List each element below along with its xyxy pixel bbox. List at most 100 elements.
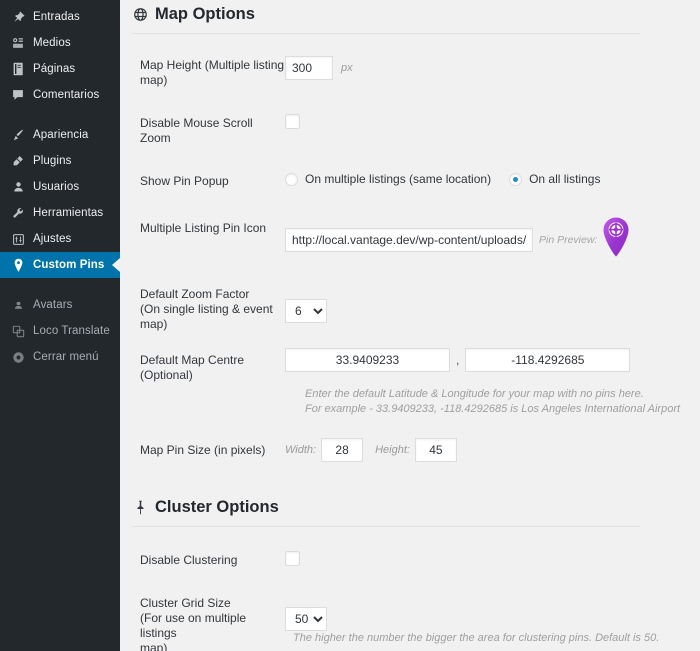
cluster-grid-size-select[interactable]: 102030405060708090100 xyxy=(285,607,327,631)
sidebar-item-entradas[interactable]: Entradas xyxy=(0,4,120,30)
pin-preview-image xyxy=(601,216,631,263)
sidebar-item-loco-translate[interactable]: Loco Translate xyxy=(0,318,120,344)
map-height-input[interactable] xyxy=(285,56,333,80)
disable-clustering-checkbox[interactable] xyxy=(285,551,300,566)
pin-width-input[interactable] xyxy=(321,438,364,462)
tools-wrench-icon xyxy=(9,204,27,222)
map-centre-longitude-input[interactable] xyxy=(465,348,631,372)
sidebar-item-label: Cerrar menú xyxy=(33,351,99,363)
show-pin-popup-label: Show Pin Popup xyxy=(140,174,229,188)
map-options-section: Map Options Map Height (Multiple listing… xyxy=(120,0,700,462)
translate-icon xyxy=(9,322,27,340)
cluster-options-divider xyxy=(132,526,640,527)
sidebar-item-medios[interactable]: Medios xyxy=(0,30,120,56)
zoom-factor-label: Default Zoom Factor (On single listing &… xyxy=(120,285,285,332)
pin-preview-label: Pin Preview: xyxy=(539,233,598,246)
sidebar-item-cerrar-menu[interactable]: Cerrar menú xyxy=(0,344,120,370)
sidebar-item-usuarios[interactable]: Usuarios xyxy=(0,174,120,200)
pin-size-label: Map Pin Size (in pixels) xyxy=(140,443,266,457)
radio-button-multiple-listings[interactable] xyxy=(285,172,298,186)
sidebar-item-label: Avatars xyxy=(33,299,73,311)
radio-button-all-listings[interactable] xyxy=(509,172,523,186)
map-centre-helper: Enter the default Latitude & Longitude f… xyxy=(120,383,700,416)
users-icon xyxy=(9,178,27,196)
sidebar-item-label: Medios xyxy=(33,37,71,49)
map-centre-helper-line1: Enter the default Latitude & Longitude f… xyxy=(305,388,644,400)
show-pin-popup-row: Show Pin Popup On multiple listings (sam… xyxy=(120,172,700,189)
sidebar-item-label: Páginas xyxy=(33,63,76,75)
pin-size-row: Map Pin Size (in pixels) Width: Height: xyxy=(120,438,700,462)
sidebar-item-plugins[interactable]: Plugins xyxy=(0,148,120,174)
pin-icon xyxy=(9,8,27,26)
sidebar-item-label: Entradas xyxy=(33,11,80,23)
sidebar-item-label: Custom Pins xyxy=(33,259,105,271)
disable-scroll-zoom-label: Disable Mouse Scroll Zoom xyxy=(140,116,253,145)
cluster-options-section: Cluster Options Disable Clustering Clust… xyxy=(120,498,700,651)
cluster-grid-size-helper: The higher the number the bigger the are… xyxy=(293,632,660,644)
disable-scroll-zoom-checkbox[interactable] xyxy=(285,114,300,129)
sidebar-item-custom-pins[interactable]: Custom Pins xyxy=(0,252,120,278)
pin-preview: Pin Preview: xyxy=(539,216,631,263)
coord-separator: , xyxy=(456,353,460,367)
radio-option-multiple-listings[interactable]: On multiple listings (same location) xyxy=(285,172,491,186)
avatar-icon xyxy=(9,296,27,314)
globe-icon xyxy=(132,6,149,23)
pages-icon xyxy=(9,60,27,78)
media-icon xyxy=(9,34,27,52)
map-centre-label-line1: Default Map Centre xyxy=(140,353,245,367)
cluster-grid-label-line3: map) xyxy=(140,641,168,651)
sidebar-item-label: Loco Translate xyxy=(33,325,110,337)
pin-icon-row: Multiple Listing Pin Icon Pin Preview: xyxy=(120,216,700,263)
appearance-brush-icon xyxy=(9,126,27,144)
cluster-grid-label-line1: Cluster Grid Size xyxy=(140,596,231,610)
sidebar-item-herramientas[interactable]: Herramientas xyxy=(0,200,120,226)
zoom-factor-row: Default Zoom Factor (On single listing &… xyxy=(120,285,700,332)
admin-sidebar-menu: Entradas Medios Páginas Comentarios Apar… xyxy=(0,0,120,651)
radio-label-multiple-listings: On multiple listings (same location) xyxy=(305,172,492,186)
location-pin-icon xyxy=(9,256,27,274)
map-centre-row: Default Map Centre (Optional) , xyxy=(120,348,700,383)
pin-height-input[interactable] xyxy=(414,438,457,462)
sidebar-item-label: Ajustes xyxy=(33,233,72,245)
cluster-options-heading: Cluster Options xyxy=(120,498,700,526)
radio-option-all-listings[interactable]: On all listings xyxy=(509,172,600,186)
map-height-row: Map Height (Multiple listing map) px xyxy=(120,56,700,88)
pin-icon-label: Multiple Listing Pin Icon xyxy=(140,221,267,235)
show-pin-popup-radio-group: On multiple listings (same location) On … xyxy=(285,172,618,186)
zoom-factor-select[interactable]: 1234567891011121314151617181920 xyxy=(285,299,327,323)
admin-page: Entradas Medios Páginas Comentarios Apar… xyxy=(0,0,700,651)
map-centre-latitude-input[interactable] xyxy=(285,348,450,372)
zoom-factor-label-line3: map) xyxy=(140,317,168,331)
cluster-grid-size-row: Cluster Grid Size (For use on multiple l… xyxy=(120,594,700,651)
comments-icon xyxy=(9,86,27,104)
collapse-menu-icon xyxy=(9,348,27,366)
section-title-text: Cluster Options xyxy=(155,498,279,516)
section-title-text: Map Options xyxy=(155,5,255,23)
map-centre-helper-line2: For example - 33.9409233, -118.4292685 i… xyxy=(305,402,681,415)
radio-label-all-listings: On all listings xyxy=(529,172,601,186)
map-options-divider xyxy=(132,33,640,34)
sidebar-item-ajustes[interactable]: Ajustes xyxy=(0,226,120,252)
map-centre-label-line2: (Optional) xyxy=(140,368,193,382)
disable-scroll-zoom-row: Disable Mouse Scroll Zoom xyxy=(120,114,700,146)
disable-clustering-label: Disable Clustering xyxy=(140,553,238,567)
sidebar-item-label: Apariencia xyxy=(33,129,89,141)
pin-height-label: Height: xyxy=(375,444,410,456)
map-height-label: Map Height (Multiple listing map) xyxy=(140,58,285,87)
pin-icon-url-input[interactable] xyxy=(285,227,533,252)
cluster-grid-size-label: Cluster Grid Size (For use on multiple l… xyxy=(120,594,285,651)
sidebar-item-avatars[interactable]: Avatars xyxy=(0,292,120,318)
sidebar-item-paginas[interactable]: Páginas xyxy=(0,56,120,82)
sidebar-separator-2 xyxy=(0,278,120,292)
pushpin-icon xyxy=(132,499,149,516)
sidebar-item-label: Comentarios xyxy=(33,89,100,101)
zoom-factor-label-line2: (On single listing & event xyxy=(140,302,273,316)
active-menu-arrow-icon xyxy=(112,258,120,272)
sidebar-item-comentarios[interactable]: Comentarios xyxy=(0,82,120,108)
sidebar-item-label: Herramientas xyxy=(33,207,104,219)
cluster-grid-label-line2: (For use on multiple listings xyxy=(140,611,247,640)
map-height-unit: px xyxy=(341,62,353,74)
zoom-factor-label-line1: Default Zoom Factor xyxy=(140,287,250,301)
disable-clustering-row: Disable Clustering xyxy=(120,551,700,568)
sidebar-item-apariencia[interactable]: Apariencia xyxy=(0,122,120,148)
